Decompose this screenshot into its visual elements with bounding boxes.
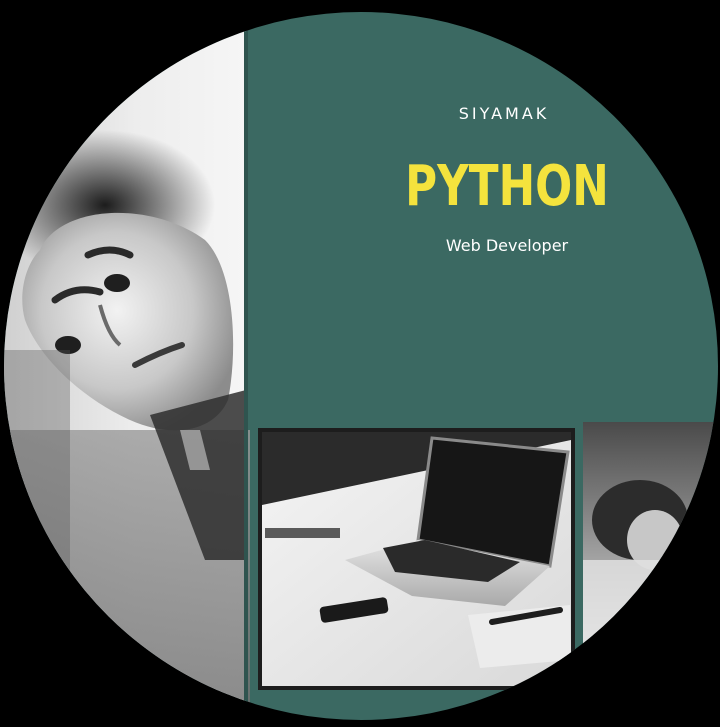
- role-label: Web Developer: [446, 236, 569, 255]
- desk-laptop-photo: [258, 428, 575, 690]
- headline-label: PYTHON: [405, 153, 609, 219]
- name-label: SIYAMAK: [459, 104, 550, 123]
- profile-avatar: SIYAMAK PYTHON Web Developer: [0, 0, 720, 727]
